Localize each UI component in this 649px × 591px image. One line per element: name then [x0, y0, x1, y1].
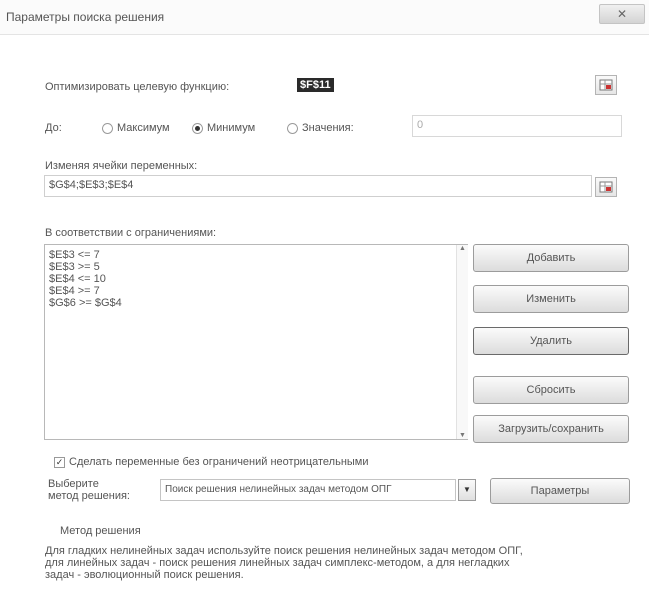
add-button[interactable]: Добавить [473, 244, 629, 272]
constraints-list[interactable]: $E$3 <= 7 $E$3 >= 5 $E$4 <= 10 $E$4 >= 7… [44, 244, 468, 440]
nonneg-checkbox[interactable]: ✓ [54, 457, 65, 468]
scroll-down-icon[interactable]: ▼ [457, 432, 468, 439]
close-icon: ✕ [616, 7, 628, 21]
method-label-1: Выберите [48, 478, 99, 490]
list-item[interactable]: $E$3 >= 5 [49, 261, 463, 273]
objective-label: Оптимизировать целевую функцию: [45, 81, 230, 93]
radio-min-icon [192, 122, 203, 134]
chevron-down-icon: ▼ [463, 485, 471, 494]
delete-button[interactable]: Удалить [473, 327, 629, 355]
range-select-icon [599, 181, 613, 193]
method-desc-text: Для гладких нелинейных задач используйте… [45, 545, 523, 581]
radio-max-icon [102, 122, 113, 134]
variables-ref-button[interactable] [595, 177, 617, 197]
close-button[interactable]: ✕ [599, 4, 645, 24]
radio-value-icon [287, 122, 298, 134]
constraints-label: В соответствии с ограничениями: [45, 227, 217, 239]
objective-field[interactable]: $F$11 [297, 78, 334, 92]
method-select[interactable]: Поиск решения нелинейных задач методом О… [160, 479, 456, 501]
load-save-button[interactable]: Загрузить/сохранить [473, 415, 629, 443]
list-item[interactable]: $E$4 >= 7 [49, 285, 463, 297]
nonneg-label: Сделать переменные без ограничений неотр… [69, 456, 369, 468]
list-item[interactable]: $E$3 <= 7 [49, 249, 463, 261]
list-item[interactable]: $E$4 <= 10 [49, 273, 463, 285]
to-label: До: [45, 122, 62, 134]
window-title: Параметры поиска решения [6, 10, 165, 24]
radio-value[interactable]: Значения: [287, 122, 354, 134]
reset-button[interactable]: Сбросить [473, 376, 629, 404]
method-desc-title: Метод решения [60, 525, 141, 537]
range-select-icon [599, 79, 613, 91]
params-button[interactable]: Параметры [490, 478, 630, 504]
variables-input[interactable]: $G$4;$E$3;$E$4 [44, 175, 592, 197]
list-item[interactable]: $G$6 >= $G$4 [49, 297, 463, 309]
method-dropdown-button[interactable]: ▼ [458, 479, 476, 501]
method-label-2: метод решения: [48, 490, 130, 502]
radio-max[interactable]: Максимум [102, 122, 170, 134]
scroll-up-icon[interactable]: ▲ [457, 245, 468, 252]
constraints-scrollbar[interactable]: ▲ ▼ [456, 245, 468, 439]
check-icon: ✓ [55, 457, 64, 467]
value-input[interactable]: 0 [412, 115, 622, 137]
objective-ref-button[interactable] [595, 75, 617, 95]
variables-label: Изменяя ячейки переменных: [45, 160, 198, 172]
change-button[interactable]: Изменить [473, 285, 629, 313]
radio-min[interactable]: Минимум [192, 122, 255, 134]
